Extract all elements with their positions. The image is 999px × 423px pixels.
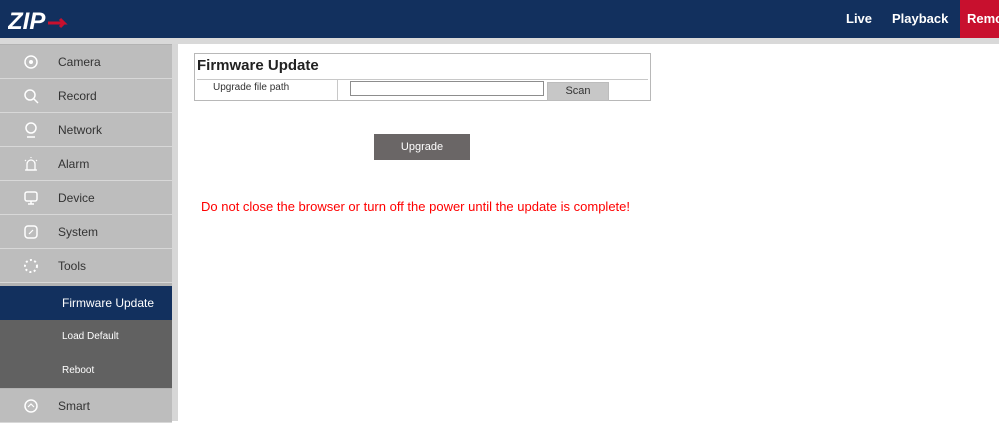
firmware-update-panel: Firmware Update Upgrade file path Scan [194, 53, 651, 101]
svg-text:ZIP: ZIP [8, 8, 46, 33]
submenu-reboot[interactable]: Reboot [0, 354, 172, 388]
search-icon [24, 89, 39, 104]
submenu-firmware-update[interactable]: Firmware Update [0, 286, 172, 320]
monitor-icon [24, 191, 38, 205]
upgrade-path-row: Upgrade file path Scan [197, 79, 648, 101]
sidebar-item-label: System [58, 225, 99, 239]
sidebar-item-alarm[interactable]: Alarm [0, 147, 172, 181]
topnav-live[interactable]: Live [846, 0, 872, 38]
submenu-load-default[interactable]: Load Default [0, 320, 172, 354]
sidebar-item-label: Smart [58, 399, 91, 413]
sidebar-item-label: Device [58, 191, 95, 205]
topnav-playback[interactable]: Playback [892, 0, 948, 38]
sidebar-item-record[interactable]: Record [0, 79, 172, 113]
network-icon [25, 122, 37, 138]
sidebar-item-network[interactable]: Network [0, 113, 172, 147]
sidebar-edge [172, 44, 178, 421]
sidebar-item-smart[interactable]: Smart [0, 389, 172, 423]
alarm-icon [24, 157, 38, 171]
top-bar: ZIP Live Playback Remote [0, 0, 999, 38]
sidebar-item-label: Record [58, 89, 97, 103]
upgrade-path-label: Upgrade file path [213, 82, 290, 93]
upgrade-file-path-input[interactable] [350, 81, 544, 96]
upgrade-button[interactable]: Upgrade [374, 134, 470, 160]
sidebar-item-system[interactable]: System [0, 215, 172, 249]
system-icon [24, 225, 38, 239]
sidebar-item-camera[interactable]: Camera [0, 45, 172, 79]
scan-button[interactable]: Scan [547, 82, 609, 101]
sidebar-item-tools[interactable]: Tools [0, 249, 172, 283]
smart-icon [24, 399, 38, 413]
submenu-label: Reboot [62, 365, 95, 376]
row-divider [337, 80, 338, 100]
sidebar-item-label: Tools [58, 259, 87, 273]
camera-icon [24, 55, 38, 69]
sidebar-item-label: Camera [58, 55, 101, 69]
submenu-label: Load Default [62, 331, 119, 342]
topnav-remote[interactable]: Remote [960, 0, 999, 38]
submenu-label: Firmware Update [62, 296, 155, 310]
sidebar-item-device[interactable]: Device [0, 181, 172, 215]
sidebar-item-label: Alarm [58, 157, 90, 171]
sidebar-item-label: Network [58, 123, 103, 137]
zip-logo: ZIP [8, 8, 68, 33]
update-warning: Do not close the browser or turn off the… [201, 199, 630, 214]
page-title: Firmware Update [197, 57, 319, 74]
tools-icon [24, 259, 38, 273]
